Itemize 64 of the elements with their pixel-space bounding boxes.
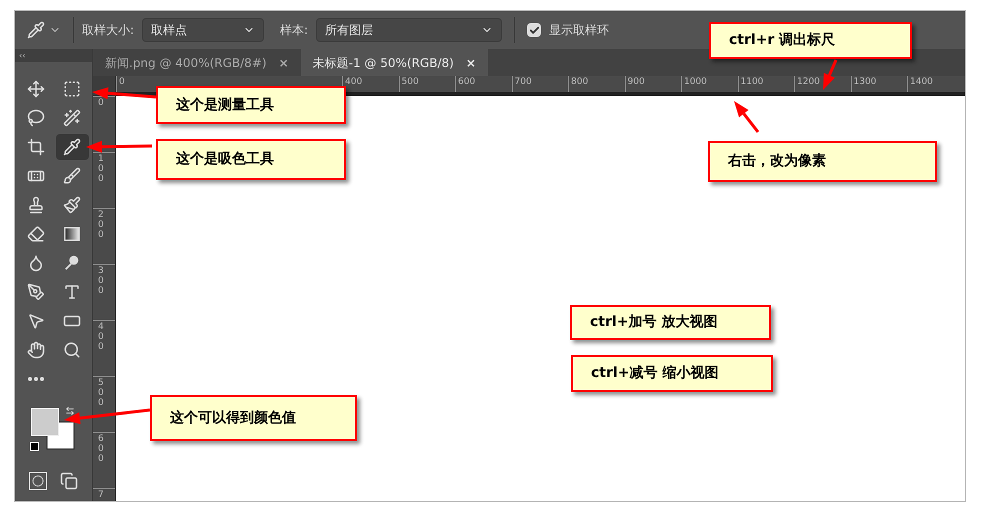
zoom-icon: [63, 341, 81, 359]
eyedropper-icon: [63, 138, 81, 156]
ruler-label: 0: [119, 76, 126, 88]
tab-title: 新闻.png @ 400%(RGB/8#): [105, 54, 267, 72]
callout: 这个可以得到颜色值: [150, 395, 357, 441]
sample-size-dropdown[interactable]: 取样点: [142, 18, 264, 42]
ruler-label: 1300: [854, 76, 878, 88]
default-colors-icon[interactable]: [30, 442, 39, 451]
ruler-label: 0: [98, 99, 105, 109]
swap-colors-icon[interactable]: [65, 406, 75, 416]
eyedropper-icon[interactable]: [27, 21, 45, 39]
ruler-label: 1000: [684, 76, 708, 88]
ruler-label: 1200: [797, 76, 821, 88]
document-tab[interactable]: 未标题-1 @ 50%(RGB/8) ×: [300, 49, 488, 76]
callout: 这个是吸色工具: [156, 139, 346, 180]
hand-icon: [26, 341, 44, 359]
sample-dropdown[interactable]: 所有图层: [316, 18, 502, 42]
sample-label: 样本:: [280, 22, 308, 39]
sample-size-label: 取样大小:: [82, 22, 134, 39]
pen-icon: [26, 283, 44, 301]
ruler-label: 200: [98, 211, 105, 241]
brush-icon: [63, 167, 81, 185]
tool-button[interactable]: [56, 134, 88, 160]
checkbox[interactable]: [527, 23, 542, 37]
marquee-icon: [63, 80, 81, 98]
ruler-label: 400: [345, 76, 364, 88]
stamp-icon: [26, 196, 44, 214]
ruler-label: 900: [628, 76, 646, 88]
ruler-label: 600: [98, 435, 105, 465]
close-button[interactable]: ×: [278, 54, 289, 72]
dodge-icon: [63, 254, 81, 272]
type-icon: [63, 283, 81, 301]
eraser-icon: [26, 225, 44, 243]
history-brush-icon: [63, 196, 81, 214]
ruler-label: 300: [98, 267, 105, 297]
crop-icon: [26, 138, 44, 156]
ruler-label: 600: [458, 76, 476, 88]
ruler-label: 800: [571, 76, 590, 88]
callout: ctrl+r 调出标尺: [709, 22, 912, 59]
more-icon: [26, 377, 44, 381]
pointer-icon: [26, 312, 44, 330]
tab-title: 未标题-1 @ 50%(RGB/8): [312, 54, 454, 72]
ruler-label: 100: [98, 155, 105, 185]
gradient-icon: [63, 225, 81, 243]
ruler-label: 500: [98, 379, 105, 409]
checkbox-label: 显示取样环: [549, 22, 610, 39]
callout: ctrl+加号 放大视图: [570, 305, 771, 340]
ruler-label: 1100: [740, 76, 764, 88]
callout: 这个是测量工具: [156, 86, 346, 124]
move-icon: [26, 80, 44, 98]
color-swatches-icon[interactable]: [31, 408, 75, 450]
collapse-button[interactable]: ‹‹: [19, 52, 26, 60]
close-button[interactable]: ×: [466, 54, 476, 72]
wand-icon: [63, 109, 81, 127]
ruler-label: 1400: [910, 76, 934, 88]
callout: ctrl+减号 缩小视图: [571, 355, 773, 392]
callout: 右击，改为像素: [708, 141, 937, 182]
screen-mode-icon[interactable]: [60, 472, 78, 490]
lasso-icon: [26, 109, 44, 127]
ruler-label: 400: [98, 323, 105, 353]
ruler-label: 700: [514, 76, 533, 88]
ruler-label: 500: [402, 76, 420, 88]
ruler-label: 7: [98, 491, 105, 501]
quick-mask-icon[interactable]: [29, 472, 48, 490]
